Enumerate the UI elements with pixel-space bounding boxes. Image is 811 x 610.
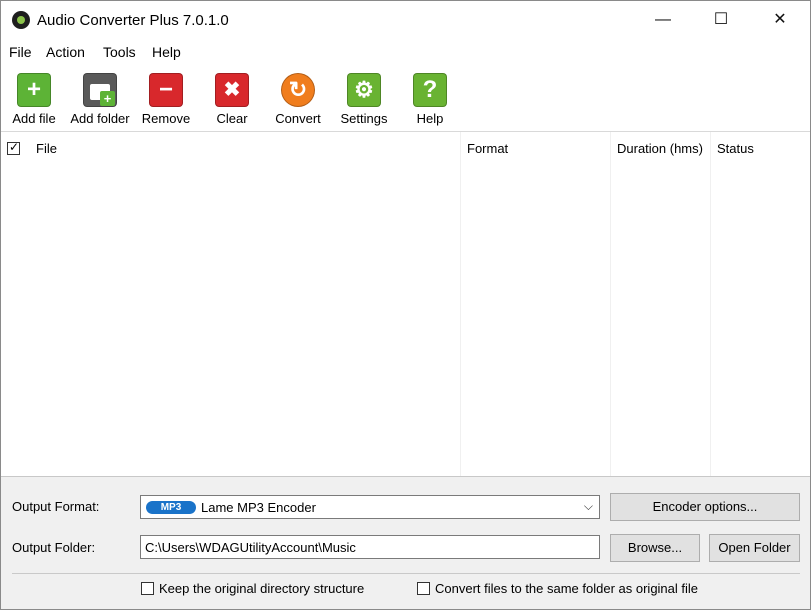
same-folder-label[interactable]: Convert files to the same folder as orig… [435, 581, 698, 596]
output-format-select[interactable]: MP3 Lame MP3 Encoder ⌵ [140, 495, 600, 519]
add-folder-button[interactable]: + Add folder [67, 71, 133, 129]
add-file-label: Add file [12, 111, 56, 126]
help-button[interactable]: ? Help [397, 71, 463, 129]
close-button[interactable]: ✕ [751, 1, 809, 39]
column-header-format[interactable]: Format [467, 132, 508, 166]
settings-label: Settings [340, 111, 388, 126]
select-all-checkbox[interactable]: ✓ [7, 140, 20, 155]
settings-icon: ⚙ [347, 73, 381, 107]
clear-button[interactable]: ✖ Clear [199, 71, 265, 129]
toolbar: + Add file + Add folder − Remove ✖ Clear… [1, 65, 810, 132]
clear-label: Clear [216, 111, 248, 126]
add-folder-icon: + [83, 73, 117, 107]
convert-label: Convert [275, 111, 321, 126]
column-header-duration[interactable]: Duration (hms) [617, 132, 703, 166]
convert-button[interactable]: ↻ Convert [265, 71, 331, 129]
menu-tools[interactable]: Tools [103, 44, 136, 60]
column-divider [460, 132, 461, 476]
menu-file[interactable]: File [9, 44, 32, 60]
output-format-label: Output Format: [12, 499, 100, 514]
divider [12, 573, 800, 574]
encoder-options-button[interactable]: Encoder options... [610, 493, 800, 521]
menu-bar: File Action Tools Help [1, 39, 810, 65]
mp3-badge: MP3 [146, 501, 196, 514]
title-bar: Audio Converter Plus 7.0.1.0 — ☐ ✕ [1, 1, 810, 39]
help-label: Help [416, 111, 444, 126]
add-file-icon: + [17, 73, 51, 107]
app-logo-icon [12, 11, 30, 29]
output-folder-input[interactable] [140, 535, 600, 559]
minimize-button[interactable]: — [634, 1, 692, 39]
menu-action[interactable]: Action [46, 44, 85, 60]
add-file-button[interactable]: + Add file [1, 71, 67, 129]
keep-structure-label[interactable]: Keep the original directory structure [159, 581, 364, 596]
remove-icon: − [149, 73, 183, 107]
open-folder-button[interactable]: Open Folder [709, 534, 800, 562]
output-folder-label: Output Folder: [12, 540, 96, 555]
window-title: Audio Converter Plus 7.0.1.0 [37, 12, 229, 29]
check-mark-icon: ✓ [9, 140, 20, 154]
file-list[interactable]: ✓ File Format Duration (hms) Status [1, 132, 810, 477]
chevron-down-icon: ⌵ [583, 499, 593, 513]
keep-structure-checkbox[interactable] [141, 582, 154, 595]
convert-icon: ↻ [281, 73, 315, 107]
browse-button[interactable]: Browse... [610, 534, 700, 562]
settings-button[interactable]: ⚙ Settings [331, 71, 397, 129]
column-header-status[interactable]: Status [717, 132, 754, 166]
clear-icon: ✖ [215, 73, 249, 107]
add-folder-label: Add folder [70, 111, 130, 126]
menu-help[interactable]: Help [152, 44, 181, 60]
output-format-value: Lame MP3 Encoder [201, 500, 316, 515]
remove-label: Remove [141, 111, 191, 126]
help-icon: ? [413, 73, 447, 107]
column-divider [610, 132, 611, 476]
remove-button[interactable]: − Remove [133, 71, 199, 129]
file-list-header: ✓ File Format Duration (hms) Status [1, 132, 810, 166]
column-header-file[interactable]: File [36, 132, 57, 166]
same-folder-checkbox[interactable] [417, 582, 430, 595]
column-divider [710, 132, 711, 476]
app-window: Audio Converter Plus 7.0.1.0 — ☐ ✕ File … [0, 0, 811, 610]
maximize-button[interactable]: ☐ [692, 1, 750, 39]
